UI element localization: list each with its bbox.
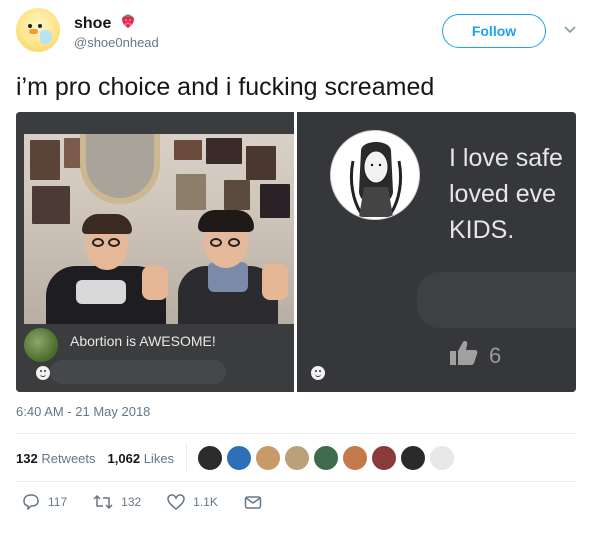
retweets-label: Retweets [41, 450, 96, 466]
liker-avatar[interactable] [371, 445, 398, 471]
heart-icon [167, 494, 185, 510]
liker-avatar[interactable] [429, 445, 456, 471]
tweet-header: shoe @shoe0nhead Follow [16, 8, 584, 56]
author-avatar[interactable] [16, 8, 60, 52]
author-display-name[interactable]: shoe [74, 15, 111, 32]
message-action[interactable] [244, 494, 270, 510]
author-handle[interactable]: @shoe0nhead [74, 35, 159, 50]
comment-left: Abortion is AWESOME! [24, 328, 294, 388]
liker-avatars [197, 445, 458, 471]
divider [16, 481, 576, 482]
likes-stat[interactable]: 1,062 Likes [108, 451, 175, 466]
tweet-text: i’m pro choice and i fucking screamed [16, 73, 435, 101]
envelope-icon [244, 496, 262, 509]
like-action[interactable]: 1.1K [167, 494, 218, 510]
stats-divider [186, 443, 188, 473]
right-like-row: 6 [449, 340, 501, 372]
retweet-action[interactable]: 132 [93, 494, 141, 510]
tweet-media[interactable]: Abortion is AWESOME! I love safe loved e… [16, 112, 576, 392]
reply-count: 117 [48, 495, 68, 509]
likes-label: Likes [143, 450, 175, 466]
right-line-3: KIDS. [449, 216, 515, 244]
likes-count: 1,062 [107, 450, 141, 466]
tweet-actions: 117 132 1.1K [22, 494, 296, 510]
liker-avatar[interactable] [226, 445, 253, 471]
reply-icon [23, 494, 39, 510]
left-comment-text: Abortion is AWESOME! [70, 333, 216, 349]
reply-action[interactable]: 117 [22, 494, 67, 510]
engagement-stats: 132 Retweets 1,062 Likes [16, 443, 458, 473]
comment-reply-bubble [50, 360, 226, 384]
right-like-count: 6 [489, 343, 502, 368]
chevron-down-icon[interactable] [562, 22, 578, 38]
right-comment-text: I love safe loved eve KIDS. [449, 140, 563, 248]
liker-avatar[interactable] [255, 445, 282, 471]
right-line-1: I love safe [449, 144, 563, 172]
commenter-avatar [24, 328, 58, 362]
liker-avatar[interactable] [284, 445, 311, 471]
retweets-stat[interactable]: 132 Retweets [16, 451, 96, 466]
divider [16, 433, 576, 434]
thumbs-up-icon [449, 340, 479, 372]
strawberry-icon [119, 12, 137, 35]
follow-button[interactable]: Follow [442, 14, 546, 48]
liker-avatar[interactable] [197, 445, 224, 471]
author-name-wrap[interactable]: shoe [74, 12, 137, 35]
like-count: 1.1K [193, 495, 218, 509]
retweet-icon [93, 494, 113, 510]
retweets-count: 132 [16, 450, 38, 466]
portrait-avatar [330, 130, 420, 220]
liker-avatar[interactable] [342, 445, 369, 471]
smiley-icon [311, 366, 325, 380]
liker-avatar[interactable] [400, 445, 427, 471]
retweet-count: 132 [121, 495, 142, 509]
right-reply-bubble [417, 272, 576, 328]
liker-avatar[interactable] [313, 445, 340, 471]
media-left-panel[interactable]: Abortion is AWESOME! [16, 112, 294, 392]
media-right-panel[interactable]: I love safe loved eve KIDS. 6 [297, 112, 576, 392]
smiley-icon [36, 366, 50, 380]
photo-two-people [24, 134, 294, 324]
tweet-timestamp[interactable]: 6:40 AM - 21 May 2018 [16, 404, 150, 419]
right-line-2: loved eve [449, 180, 557, 208]
